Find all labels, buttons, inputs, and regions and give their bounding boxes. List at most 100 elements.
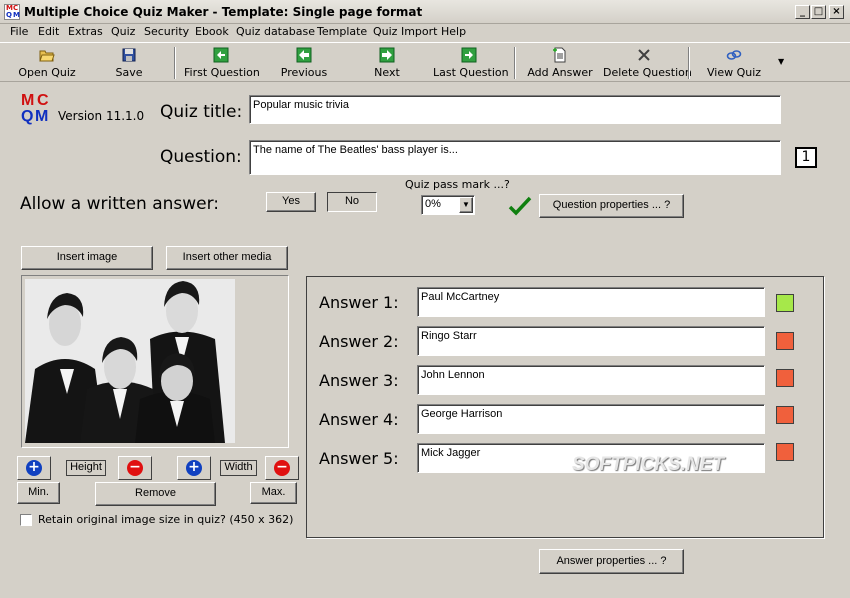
answer-1-input[interactable]: Paul McCartney: [417, 287, 765, 317]
add-answer-button[interactable]: Add Answer: [527, 45, 593, 81]
toolbar-overflow-chevron-icon[interactable]: ▼: [778, 57, 784, 66]
first-arrow-icon: [213, 47, 229, 63]
delete-x-icon: [638, 49, 650, 61]
width-label: Width: [220, 460, 257, 476]
quiz-title-input[interactable]: Popular music trivia: [249, 95, 781, 124]
pass-mark-dropdown-chevron-icon[interactable]: ▼: [459, 197, 473, 213]
minus-icon: −: [127, 460, 143, 476]
save-button[interactable]: Save: [108, 45, 150, 81]
toolbar-separator: [174, 47, 176, 79]
question-input[interactable]: The name of The Beatles' bass player is.…: [249, 140, 781, 175]
yes-button[interactable]: Yes: [266, 192, 316, 212]
logo-letter: Q: [21, 108, 34, 125]
right-arrow-icon: [379, 47, 395, 63]
open-quiz-label: Open Quiz: [18, 66, 76, 79]
menu-quiz-import[interactable]: Quiz Import: [373, 25, 437, 38]
save-label: Save: [115, 66, 143, 79]
decrease-height-button[interactable]: −: [118, 456, 152, 480]
height-label: Height: [66, 460, 106, 476]
pass-mark-label: Quiz pass mark ...?: [405, 178, 510, 191]
remove-button[interactable]: Remove: [95, 482, 216, 506]
answer-4-label: Answer 4:: [319, 410, 399, 429]
answer-2-label: Answer 2:: [319, 332, 399, 351]
previous-button[interactable]: Previous: [280, 45, 328, 81]
answer-1-correct-indicator[interactable]: [776, 294, 794, 312]
mcqm-logo: M C Q M: [20, 92, 50, 126]
no-button[interactable]: No: [327, 192, 377, 212]
plus-icon: +: [26, 460, 42, 476]
answer-4-input[interactable]: George Harrison: [417, 404, 765, 434]
min-button[interactable]: Min.: [17, 482, 60, 504]
minus-icon: −: [274, 460, 290, 476]
delete-question-button[interactable]: Delete Question: [603, 45, 692, 81]
maximize-button[interactable]: □: [811, 5, 826, 19]
menu-help[interactable]: Help: [441, 25, 466, 38]
menu-quiz[interactable]: Quiz: [111, 25, 135, 38]
question-properties-button[interactable]: Question properties ... ?: [539, 194, 684, 218]
toolbar-separator: [688, 47, 690, 79]
toolbar: Open Quiz Save First Question Previous N…: [0, 42, 850, 82]
menu-bar: File Edit Extras Quiz Security Ebook Qui…: [0, 23, 850, 41]
answer-3-label: Answer 3:: [319, 371, 399, 390]
title-bar[interactable]: M C Q M Multiple Choice Quiz Maker - Tem…: [0, 0, 850, 24]
menu-extras[interactable]: Extras: [68, 25, 103, 38]
logo-letter: C: [37, 92, 49, 109]
delete-question-label: Delete Question: [603, 66, 692, 79]
watermark-text: SOFTPICKS.NET: [572, 454, 725, 475]
open-quiz-button[interactable]: Open Quiz: [16, 45, 78, 81]
left-arrow-icon: [296, 47, 312, 63]
max-button[interactable]: Max.: [250, 482, 297, 504]
answer-5-label: Answer 5:: [319, 449, 399, 468]
insert-other-media-button[interactable]: Insert other media: [166, 246, 288, 270]
answer-3-input[interactable]: John Lennon: [417, 365, 765, 395]
next-button[interactable]: Next: [370, 45, 404, 81]
next-label: Next: [374, 66, 400, 79]
logo-letter: M: [35, 108, 49, 125]
logo-letter: M: [21, 92, 35, 109]
link-icon: [726, 50, 742, 60]
toolbar-separator: [514, 47, 516, 79]
logo-letter: M: [13, 11, 20, 19]
answers-panel: Answer 1: Paul McCartney Answer 2: Ringo…: [306, 276, 824, 538]
increase-height-button[interactable]: +: [17, 456, 51, 480]
last-question-button[interactable]: Last Question: [433, 45, 509, 81]
question-number: 1: [795, 147, 817, 168]
view-quiz-button[interactable]: View Quiz: [707, 45, 761, 81]
menu-ebook[interactable]: Ebook: [195, 25, 229, 38]
menu-template[interactable]: Template: [317, 25, 367, 38]
first-question-button[interactable]: First Question: [184, 45, 260, 81]
written-answer-label: Allow a written answer:: [20, 194, 220, 214]
photo-image: [25, 279, 235, 443]
menu-edit[interactable]: Edit: [38, 25, 59, 38]
last-arrow-icon: [461, 47, 477, 63]
menu-quiz-database[interactable]: Quiz database: [236, 25, 315, 38]
answer-3-incorrect-indicator[interactable]: [776, 369, 794, 387]
logo-letter: Q: [6, 11, 12, 19]
minimize-button[interactable]: _: [795, 5, 810, 19]
image-preview-frame: [21, 275, 289, 448]
answer-2-input[interactable]: Ringo Starr: [417, 326, 765, 356]
add-document-icon: [553, 47, 566, 63]
decrease-width-button[interactable]: −: [265, 456, 299, 480]
answer-4-incorrect-indicator[interactable]: [776, 406, 794, 424]
first-question-label: First Question: [184, 66, 260, 79]
insert-image-button[interactable]: Insert image: [21, 246, 153, 270]
version-text: Version 11.1.0: [58, 109, 145, 123]
answer-5-incorrect-indicator[interactable]: [776, 443, 794, 461]
plus-icon: +: [186, 460, 202, 476]
maximize-icon: □: [813, 6, 824, 17]
close-icon: ×: [832, 6, 841, 17]
beatles-photo: [25, 279, 235, 443]
add-answer-label: Add Answer: [527, 66, 593, 79]
answer-properties-button[interactable]: Answer properties ... ?: [539, 549, 684, 574]
answer-2-incorrect-indicator[interactable]: [776, 332, 794, 350]
answer-1-label: Answer 1:: [319, 293, 399, 312]
previous-label: Previous: [280, 66, 328, 79]
menu-file[interactable]: File: [10, 25, 28, 38]
menu-security[interactable]: Security: [144, 25, 189, 38]
retain-size-checkbox[interactable]: [20, 514, 32, 526]
folder-open-icon: [39, 50, 55, 62]
close-button[interactable]: ×: [829, 5, 844, 19]
question-label: Question:: [160, 147, 242, 167]
increase-width-button[interactable]: +: [177, 456, 211, 480]
